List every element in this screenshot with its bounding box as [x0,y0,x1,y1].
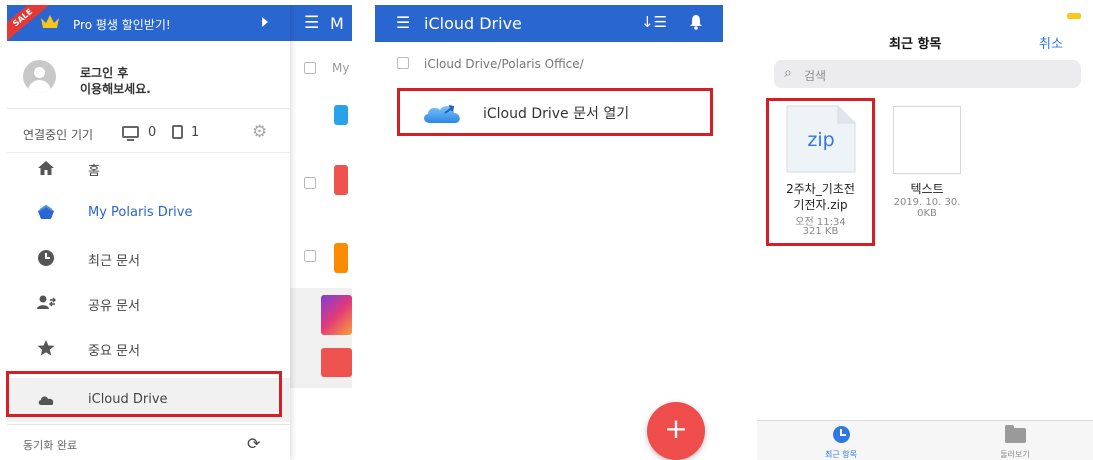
app-header: ☰ iCloud Drive ↓☰ [375,5,723,42]
tab-browse[interactable]: 둘러보기 [975,424,1055,460]
background-app-header: ☰ M [290,5,352,41]
breadcrumb: iCloud Drive/Polaris Office/ [375,42,723,86]
avatar [23,60,56,93]
document-thumbnail [334,165,348,195]
document-thumbnail [334,243,348,273]
hamburger-menu-icon[interactable]: ☰ [304,13,319,33]
background-app-title: M [330,14,344,33]
sidebar-item-shared[interactable]: 공유 문서 [7,281,290,325]
crown-icon [41,15,59,28]
icloud-drive-screen: ☰ iCloud Drive ↓☰ iCloud Drive/Polaris O… [375,5,723,460]
open-icloud-drive-button[interactable]: iCloud Drive 문서 열기 [397,88,713,136]
polaris-drive-icon [38,204,54,219]
sync-status-text: 동기화 완료 [23,439,78,452]
page-title: 최근 항목 [889,37,942,52]
tab-bar: 최근 항목 둘러보기 [757,420,1093,460]
pc-count: 0 [148,125,157,140]
share-users-icon [37,295,56,309]
sort-icon[interactable]: ↓☰ [641,13,667,31]
page-title: iCloud Drive [424,14,522,33]
breadcrumb-path: iCloud Drive/Polaris Office/ [424,57,584,71]
row-checkbox[interactable] [304,62,316,74]
file-name: 기전자.zip [793,198,848,212]
search-icon: ⌕ [784,65,792,81]
search-placeholder: 검색 [804,69,827,83]
clock-icon [38,250,54,266]
clock-icon [833,426,850,443]
gear-icon[interactable]: ⚙ [252,122,267,142]
chevron-right-icon [262,17,268,27]
open-icloud-drive-label: iCloud Drive 문서 열기 [483,106,630,122]
file-name: 텍스트 [910,182,944,196]
file-size: 321 KB [802,226,839,237]
sidebar-item-recent[interactable]: 최근 문서 [7,236,290,280]
star-icon [37,340,55,356]
add-button[interactable]: + [647,402,705,460]
profile-section[interactable]: 로그인 후 이용해보세요. [7,41,290,109]
sync-icon[interactable]: ⟳ [247,434,260,453]
connected-devices-label: 연결중인 기기 [23,128,94,142]
tab-label: 둘러보기 [1000,450,1030,459]
sidebar-item-label: 중요 문서 [88,344,140,359]
sync-status-bar: 동기화 완료 ⟳ [7,424,290,460]
cancel-button[interactable]: 취소 [1039,33,1063,52]
sidebar-item-important[interactable]: 중요 문서 [7,326,290,370]
pro-promo-banner[interactable]: SALE Pro 평생 할인받기! [7,5,290,41]
row-checkbox[interactable] [304,177,316,189]
sidebar-item-label: 공유 문서 [88,299,140,314]
highlight-box-icloud-drive [6,371,282,417]
text-file-icon[interactable] [893,106,961,174]
document-thumbnail [321,348,352,377]
file-date: 2019. 10. 30. [893,197,961,208]
file-size: 0KB [917,208,937,219]
bell-icon[interactable] [688,14,704,30]
tab-label: 최근 항목 [825,450,857,459]
hamburger-menu-icon[interactable]: ☰ [396,13,410,32]
sidebar-item-home[interactable]: 홈 [7,146,290,190]
mobile-device-icon [172,125,183,139]
monitor-icon [122,126,139,141]
search-field[interactable]: ⌕ 검색 [774,60,1081,88]
tab-recents[interactable]: 최근 항목 [801,424,881,460]
promo-text: Pro 평생 할인받기! [73,18,171,32]
folder-icon [1005,425,1026,443]
sidebar-item-label: 홈 [88,164,100,179]
row-checkbox[interactable] [304,250,316,262]
sidebar-item-label: My Polaris Drive [88,205,193,220]
login-prompt-line2: 이용해보세요. [80,82,151,96]
icloud-icon [424,105,460,123]
sidebar-item-my-polaris-drive[interactable]: My Polaris Drive [7,191,290,235]
mobile-count: 1 [191,125,200,140]
image-thumbnail [321,295,352,335]
home-icon [38,161,54,175]
file-name: 2주차_기초전 [786,182,855,196]
ios-files-picker-screen: 최근 항목 취소 ⌕ 검색 zip 2주차_기초전 기전자.zip 오전 11:… [757,0,1093,460]
battery-icon [1067,13,1081,19]
login-prompt-line1: 로그인 후 [80,66,129,80]
sidebar-item-label: 최근 문서 [88,254,140,269]
row-checkbox[interactable] [397,57,409,69]
zip-thumbnail-label: zip [807,129,835,151]
background-row-text: My [332,61,350,75]
document-thumbnail [334,105,348,125]
